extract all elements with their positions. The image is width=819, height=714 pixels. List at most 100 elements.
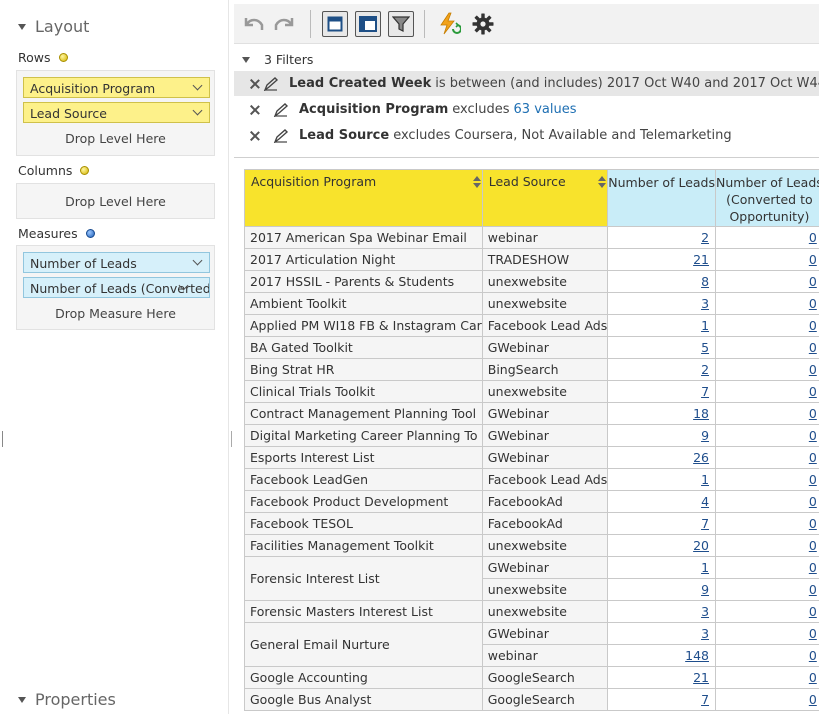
chevron-down-icon[interactable]	[192, 255, 203, 266]
table-row: Bing Strat HR BingSearch 2 0	[244, 358, 819, 381]
leads-count-link[interactable]: 2	[701, 230, 709, 245]
remove-filter-icon[interactable]	[250, 131, 260, 141]
cell-acquisition-program: Google Bus Analyst	[244, 688, 483, 711]
converted-count-link[interactable]: 0	[809, 450, 817, 465]
converted-count-link[interactable]: 0	[809, 692, 817, 707]
table-layout-icon[interactable]	[355, 11, 381, 37]
cell-lead-source: GWebinar	[481, 402, 609, 425]
leads-count-link[interactable]: 20	[693, 538, 709, 553]
converted-count-link[interactable]: 0	[809, 538, 817, 553]
redo-icon[interactable]	[272, 11, 298, 37]
leads-count-link[interactable]: 7	[701, 384, 709, 399]
measures-group-label: Measures	[18, 226, 95, 241]
filter-values-link[interactable]: 63 values	[514, 102, 577, 117]
layout-section-header[interactable]: Layout	[18, 17, 89, 36]
converted-count-link[interactable]: 0	[809, 384, 817, 399]
filter-icon[interactable]	[388, 11, 414, 37]
columns-drop-box[interactable]: Drop Level Here	[16, 183, 215, 219]
header-label: Lead Source	[488, 174, 566, 189]
leads-count-link[interactable]: 148	[685, 648, 709, 663]
refresh-lightning-icon[interactable]	[436, 11, 462, 37]
converted-count-link[interactable]: 0	[809, 626, 817, 641]
leads-count-link[interactable]: 4	[701, 494, 709, 509]
converted-count-link[interactable]: 0	[809, 560, 817, 575]
converted-count-link[interactable]: 0	[809, 472, 817, 487]
converted-count-link[interactable]: 0	[809, 340, 817, 355]
converted-count-link[interactable]: 0	[809, 494, 817, 509]
converted-count-link[interactable]: 0	[809, 274, 817, 289]
converted-count-link[interactable]: 0	[809, 252, 817, 267]
converted-count-link[interactable]: 0	[809, 670, 817, 685]
properties-section-header[interactable]: Properties	[18, 690, 116, 709]
cell-lead-source: unexwebsite	[481, 600, 609, 623]
measures-drop-box[interactable]: Number of Leads Number of Leads (Convert…	[16, 245, 215, 330]
leads-count-link[interactable]: 3	[701, 296, 709, 311]
cell-acquisition-program: Digital Marketing Career Planning To	[244, 424, 483, 447]
leads-count-link[interactable]: 9	[701, 428, 709, 443]
converted-count-link[interactable]: 0	[809, 428, 817, 443]
edit-pencil-icon[interactable]	[273, 128, 289, 143]
leads-count-link[interactable]: 1	[701, 318, 709, 333]
filters-header[interactable]: 3 Filters	[242, 52, 313, 67]
splitter-handle-right[interactable]	[231, 431, 232, 447]
leads-count-link[interactable]: 7	[701, 516, 709, 531]
leads-count-link[interactable]: 2	[701, 362, 709, 377]
rows-drop-box[interactable]: Acquisition Program Lead Source Drop Lev…	[16, 70, 215, 156]
edit-pencil-icon[interactable]	[263, 76, 279, 91]
measure-pill-number-of-leads-converted[interactable]: Number of Leads (Converted to Op	[23, 277, 210, 298]
converted-count-link[interactable]: 0	[809, 318, 817, 333]
converted-count-link[interactable]: 0	[809, 406, 817, 421]
row-pill-lead-source[interactable]: Lead Source	[23, 102, 210, 123]
leads-count-link[interactable]: 3	[701, 604, 709, 619]
cell-number-of-leads: 21	[607, 248, 717, 271]
converted-count-link[interactable]: 0	[809, 362, 817, 377]
row-pill-acquisition-program[interactable]: Acquisition Program	[23, 77, 210, 98]
converted-count-link[interactable]: 0	[809, 296, 817, 311]
leads-count-link[interactable]: 21	[693, 252, 709, 267]
column-header-number-of-leads[interactable]: Number of Leads	[607, 169, 717, 227]
measures-indicator-icon	[85, 229, 95, 238]
leads-count-link[interactable]: 3	[701, 626, 709, 641]
chevron-down-icon[interactable]	[192, 80, 203, 91]
undo-icon[interactable]	[240, 11, 266, 37]
layout-panel-icon[interactable]	[322, 11, 348, 37]
rows-group-label: Rows	[18, 50, 68, 65]
remove-filter-icon[interactable]	[250, 105, 260, 115]
cell-number-of-leads: 7	[607, 512, 717, 535]
measures-label: Measures	[18, 226, 78, 241]
measure-pill-number-of-leads[interactable]: Number of Leads	[23, 252, 210, 273]
leads-count-link[interactable]: 18	[693, 406, 709, 421]
leads-count-link[interactable]: 1	[701, 560, 709, 575]
leads-count-link[interactable]: 26	[693, 450, 709, 465]
leads-count-link[interactable]: 5	[701, 340, 709, 355]
chevron-down-icon[interactable]	[192, 105, 203, 116]
table-row: Forensic Masters Interest List unexwebsit…	[244, 600, 819, 623]
column-header-converted[interactable]: Number of Leads (Converted to Opportunit…	[715, 169, 819, 227]
converted-count-link[interactable]: 0	[809, 582, 817, 597]
table-row: Esports Interest List GWebinar 26 0	[244, 446, 819, 469]
converted-count-link[interactable]: 0	[809, 648, 817, 663]
rows-label: Rows	[18, 50, 51, 65]
column-header-acquisition-program[interactable]: Acquisition Program	[244, 169, 483, 227]
leads-count-link[interactable]: 8	[701, 274, 709, 289]
table-row: Google Accounting GoogleSearch 21 0	[244, 666, 819, 689]
collapse-caret-icon	[18, 696, 26, 703]
cell-acquisition-program: 2017 HSSIL - Parents & Students	[244, 270, 483, 293]
converted-count-link[interactable]: 0	[809, 230, 817, 245]
leads-count-link[interactable]: 21	[693, 670, 709, 685]
edit-pencil-icon[interactable]	[273, 102, 289, 117]
leads-count-link[interactable]: 7	[701, 692, 709, 707]
converted-count-link[interactable]: 0	[809, 516, 817, 531]
splitter-handle[interactable]	[2, 431, 3, 447]
leads-count-link[interactable]: 1	[701, 472, 709, 487]
leads-count-link[interactable]: 9	[701, 582, 709, 597]
layout-panel: Layout Rows Acquisition Program Lead Sou…	[0, 0, 229, 714]
columns-label: Columns	[18, 163, 73, 178]
table-row: General Email Nurture GWebinar 3 0	[244, 622, 819, 667]
settings-gear-icon[interactable]	[470, 11, 496, 37]
table-row: Clinical Trials Toolkit unexwebsite 7 0	[244, 380, 819, 403]
cell-number-of-leads: 1	[607, 556, 717, 579]
column-header-lead-source[interactable]: Lead Source	[481, 169, 609, 227]
converted-count-link[interactable]: 0	[809, 604, 817, 619]
header-label: Opportunity)	[729, 209, 810, 224]
